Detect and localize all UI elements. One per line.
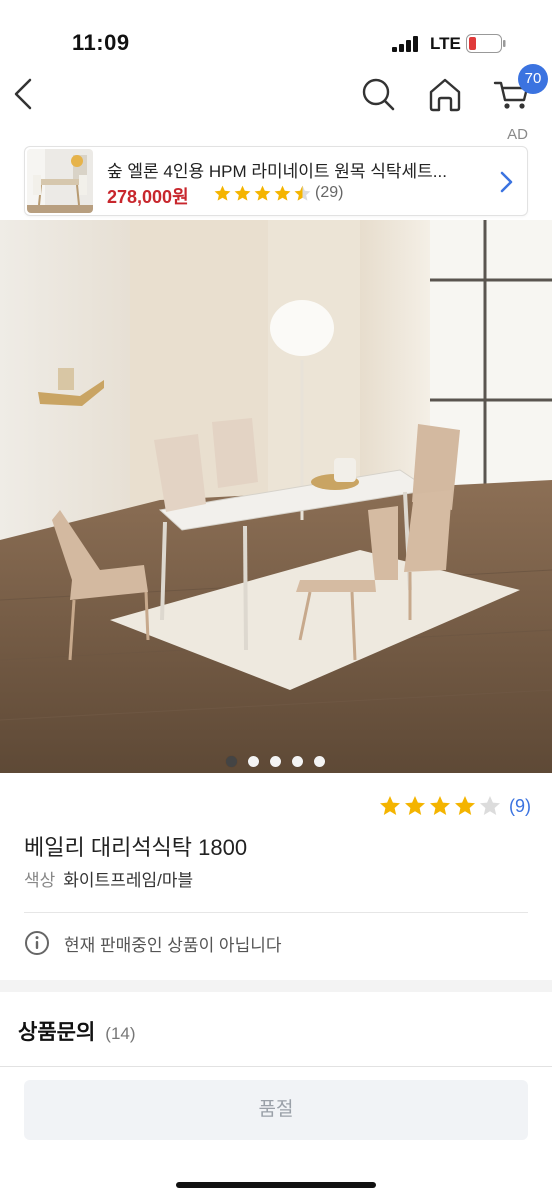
- ad-label: AD: [507, 126, 528, 143]
- home-icon[interactable]: [424, 74, 466, 114]
- star-icon: [234, 185, 251, 201]
- gallery-dot[interactable]: [314, 756, 325, 767]
- signal-icon: [392, 36, 418, 52]
- top-nav: [0, 64, 552, 124]
- star-empty-icon: [480, 796, 500, 815]
- status-bar: 11:09 LTE: [0, 0, 552, 64]
- ad-rating-stars: [213, 184, 313, 204]
- gallery-dot[interactable]: [292, 756, 303, 767]
- star-icon: [380, 796, 400, 815]
- star-icon: [274, 185, 291, 201]
- battery-icon: [466, 34, 506, 53]
- star-half-icon: [294, 185, 311, 201]
- chevron-right-icon: [500, 171, 513, 193]
- review-count[interactable]: (9): [509, 796, 531, 817]
- back-icon[interactable]: [8, 72, 44, 116]
- star-icon: [455, 796, 475, 815]
- home-indicator: [176, 1182, 376, 1188]
- gallery-dot[interactable]: [270, 756, 281, 767]
- qna-section-header[interactable]: 상품문의 (14): [18, 1016, 136, 1046]
- star-icon: [405, 796, 425, 815]
- bottom-bar-divider: [0, 1066, 552, 1067]
- product-option: 색상 화이트프레임/마블: [24, 866, 193, 891]
- ad-price: 278,000원: [107, 187, 189, 207]
- sold-out-button[interactable]: 품절: [24, 1080, 528, 1140]
- star-icon: [430, 796, 450, 815]
- ad-review-count: (29): [315, 184, 344, 201]
- product-image[interactable]: [0, 220, 552, 773]
- option-label: 색상: [24, 871, 56, 890]
- sale-status-notice: 현재 판매중인 상품이 아닙니다: [24, 930, 282, 956]
- product-rating[interactable]: (9): [378, 794, 531, 818]
- star-icon: [254, 185, 271, 201]
- search-icon[interactable]: [358, 74, 398, 114]
- divider: [24, 912, 528, 913]
- status-time: 11:09: [72, 30, 130, 55]
- gallery-dot-active[interactable]: [226, 756, 237, 767]
- cart-count-badge: 70: [518, 64, 548, 94]
- qna-title: 상품문의: [18, 1021, 96, 1044]
- network-label: LTE: [430, 34, 461, 53]
- ad-title: 숲 엘론 4인용 HPM 라미네이트 원목 식탁세트...: [107, 162, 447, 181]
- gallery-pagination[interactable]: [226, 756, 336, 767]
- star-icon: [214, 185, 231, 201]
- section-separator: [0, 980, 552, 992]
- product-title: 베일리 대리석식탁 1800: [24, 835, 248, 860]
- option-value: 화이트프레임/마블: [63, 871, 194, 890]
- qna-count: (14): [105, 1024, 136, 1043]
- notice-text: 현재 판매중인 상품이 아닙니다: [64, 935, 282, 955]
- ad-thumbnail: [27, 149, 93, 213]
- ad-banner[interactable]: 숲 엘론 4인용 HPM 라미네이트 원목 식탁세트... 278,000원 (…: [24, 146, 528, 216]
- info-icon: [25, 931, 49, 955]
- gallery-dot[interactable]: [248, 756, 259, 767]
